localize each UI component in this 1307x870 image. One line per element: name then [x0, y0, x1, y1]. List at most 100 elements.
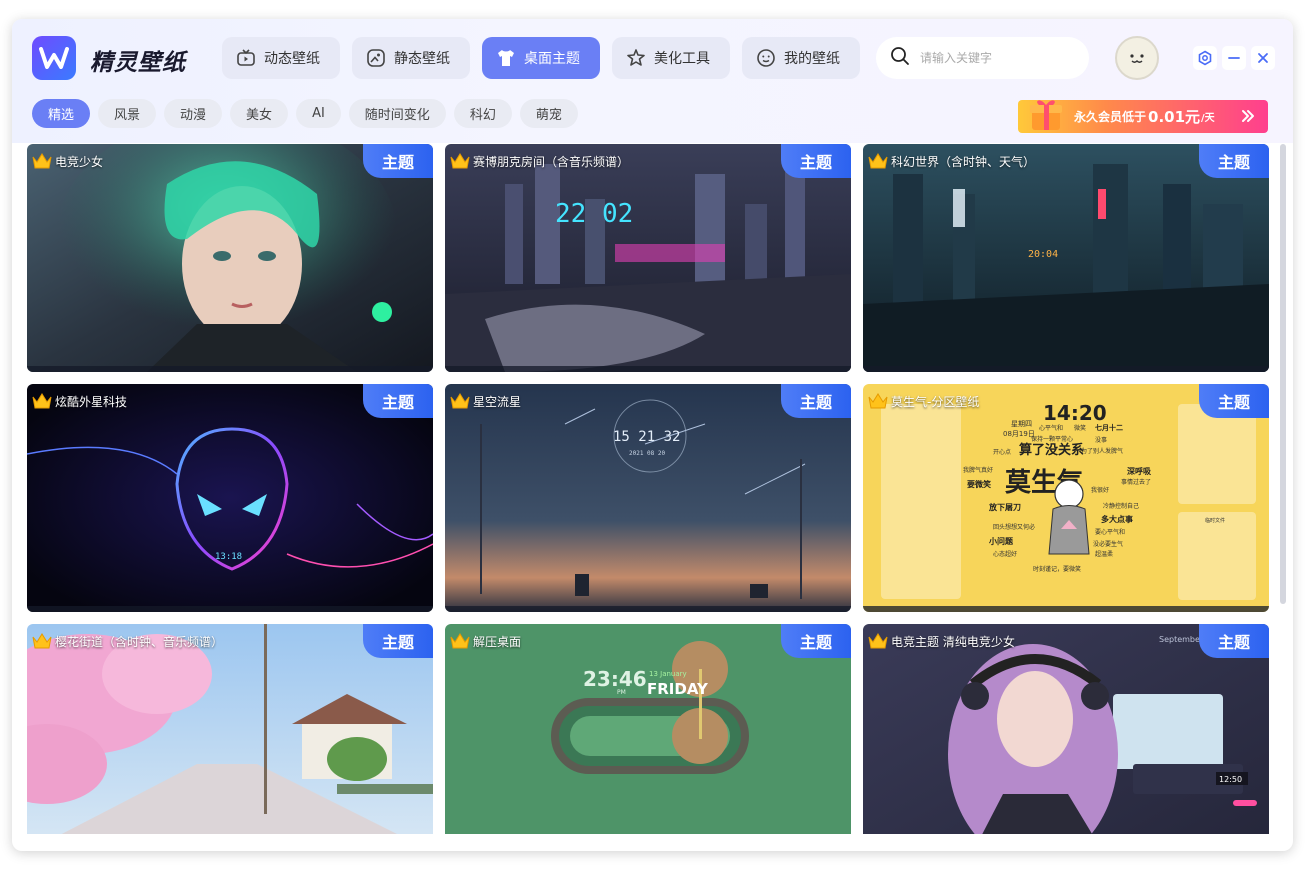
shirt-icon	[496, 48, 516, 68]
nav-label: 动态壁纸	[264, 51, 320, 67]
mood-line: 心平气和	[1039, 424, 1063, 432]
crown-icon	[868, 153, 888, 169]
mood-small: 算了没关系	[1019, 442, 1084, 458]
close-button[interactable]	[1251, 46, 1275, 70]
card-title: 解压桌面	[473, 635, 522, 649]
nav-beautify-tools[interactable]: 美化工具	[612, 37, 730, 79]
nav-my-wallpaper[interactable]: 我的壁纸	[742, 37, 860, 79]
mood-line: 时刻谨记，要微笑	[1033, 565, 1081, 573]
tag-pets[interactable]: 萌宠	[519, 99, 578, 128]
mood-line: 星期四	[1011, 420, 1032, 428]
magic-icon	[626, 48, 646, 68]
alien-clock: 13:18	[215, 552, 242, 562]
scrollbar[interactable]	[1280, 144, 1286, 604]
mood-line: 回头想想又何必	[993, 523, 1035, 531]
hexagon-settings-icon	[1198, 50, 1212, 66]
nav-label: 静态壁纸	[394, 51, 450, 67]
theme-badge: 主题	[1199, 624, 1269, 658]
theme-card[interactable]: 13:18 炫酷外星科技 主题	[27, 384, 433, 612]
relax-date: 13 January	[649, 670, 687, 678]
header: 精灵壁纸 动态壁纸 静态壁纸 桌面主题 美化工具 我的壁纸 请输入关键字 精选 …	[12, 19, 1293, 143]
esport-month: September	[1159, 635, 1204, 644]
gift-icon	[1030, 100, 1062, 130]
mood-line: 冷静控制自己	[1103, 502, 1139, 510]
image-icon	[366, 48, 386, 68]
theme-card[interactable]: September 12:50 电竞主题 清纯电竞少女 主题	[863, 624, 1269, 834]
search-input[interactable]	[920, 51, 1070, 65]
crown-icon	[450, 633, 470, 649]
thumbnail-scifi-world: 20:04	[863, 144, 1269, 372]
crown-icon	[868, 393, 888, 409]
nav-label: 我的壁纸	[784, 51, 840, 67]
mood-line: 我很好	[1091, 486, 1109, 494]
nav-label: 美化工具	[654, 51, 710, 67]
theme-badge: 主题	[781, 144, 851, 178]
taskbar-preview	[27, 606, 433, 612]
vip-unit: /天	[1201, 113, 1215, 124]
theme-card[interactable]: 电竞少女 主题	[27, 144, 433, 372]
app-window: 精灵壁纸 动态壁纸 静态壁纸 桌面主题 美化工具 我的壁纸 请输入关键字 精选 …	[12, 19, 1293, 851]
cyber-clock: 22 02	[555, 199, 633, 229]
search-icon[interactable]	[890, 46, 910, 70]
mood-line: 小问题	[988, 536, 1014, 546]
card-title: 赛博朋克房间（含音乐频谱）	[473, 155, 630, 169]
nav-label: 桌面主题	[524, 51, 580, 67]
tag-beauty[interactable]: 美女	[230, 99, 289, 128]
theme-badge: 主题	[1199, 144, 1269, 178]
app-logo[interactable]	[32, 36, 76, 80]
thumbnail-dont-be-angry: 14:20 星期四 08月19日 心平气和 微笑 七月十二 保持一颗平常心 没事…	[863, 384, 1269, 612]
crown-icon	[868, 633, 888, 649]
avatar[interactable]	[1115, 36, 1159, 80]
theme-card[interactable]: 20:04 科幻世界（含时钟、天气） 主题	[863, 144, 1269, 372]
tag-anime[interactable]: 动漫	[164, 99, 223, 128]
theme-badge: 主题	[781, 384, 851, 418]
card-title: 电竞主题 清纯电竞少女	[891, 635, 1015, 649]
card-title: 莫生气-分区壁纸	[891, 395, 980, 409]
vip-text: 永久会员低于	[1074, 110, 1147, 124]
smile-icon	[756, 48, 776, 68]
taskbar-preview	[445, 606, 851, 612]
tv-icon	[236, 48, 256, 68]
mood-line: 放下屠刀	[988, 502, 1021, 512]
stars-date: 2021 08 20	[629, 450, 666, 457]
vip-price: 0.01元	[1148, 108, 1201, 126]
settings-button[interactable]	[1193, 46, 1217, 70]
nav-static-wallpaper[interactable]: 静态壁纸	[352, 37, 470, 79]
relax-day: FRIDAY	[647, 680, 709, 698]
minimize-button[interactable]	[1222, 46, 1246, 70]
crown-icon	[450, 153, 470, 169]
theme-card[interactable]: 15 21 32 2021 08 20 星空流星 主题	[445, 384, 851, 612]
nav-desktop-theme[interactable]: 桌面主题	[482, 37, 600, 79]
mood-line: 深呼吸	[1127, 466, 1151, 476]
theme-card[interactable]: 22 02 赛博朋克房间（含音乐频谱） 主题	[445, 144, 851, 372]
taskbar-preview	[863, 606, 1269, 612]
mood-line: 开心点	[993, 448, 1011, 456]
search-box[interactable]	[876, 37, 1089, 79]
logo-w-icon	[39, 47, 69, 69]
mood-line: 为了别人发脾气	[1081, 447, 1123, 455]
tag-scenery[interactable]: 风景	[98, 99, 157, 128]
nav-dynamic-wallpaper[interactable]: 动态壁纸	[222, 37, 340, 79]
theme-card[interactable]: 23:46 PM 13 January FRIDAY 解压桌面 主题	[445, 624, 851, 834]
vip-banner[interactable]: 永久会员低于 0.01元 /天	[1018, 100, 1268, 133]
relax-pm: PM	[617, 689, 626, 696]
theme-badge: 主题	[363, 144, 433, 178]
theme-grid: 电竞少女 主题 22 02 赛博朋克房间（含音乐频谱） 主题 20:04 科幻世…	[27, 144, 1269, 834]
theme-card[interactable]: 14:20 星期四 08月19日 心平气和 微笑 七月十二 保持一颗平常心 没事…	[863, 384, 1269, 612]
mood-note: 临时文件	[1205, 517, 1225, 524]
theme-card[interactable]: 樱花街道（含时钟、音乐频谱） 主题	[27, 624, 433, 834]
theme-badge: 主题	[363, 624, 433, 658]
taskbar-preview	[27, 366, 433, 372]
tag-time-change[interactable]: 随时间变化	[348, 99, 446, 128]
tag-ai[interactable]: AI	[296, 99, 341, 128]
theme-badge: 主题	[363, 384, 433, 418]
tag-featured[interactable]: 精选	[32, 99, 91, 128]
mood-line: 没事	[1095, 436, 1107, 444]
thumbnail-alien-tech: 13:18	[27, 384, 433, 612]
mood-line: 心态超好	[993, 550, 1017, 558]
mood-line: 七月十二	[1095, 423, 1123, 432]
crown-icon	[32, 633, 52, 649]
thumbnail-cyberpunk-room: 22 02	[445, 144, 851, 372]
tag-scifi[interactable]: 科幻	[453, 99, 512, 128]
mood-line: 要微笑	[967, 479, 991, 489]
